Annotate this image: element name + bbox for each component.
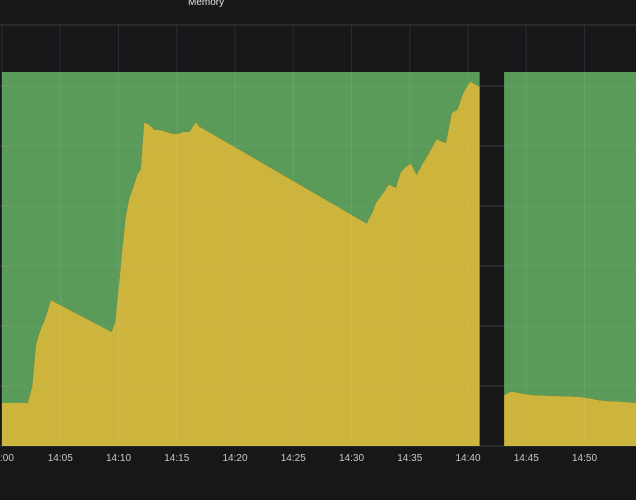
x-tick-label: 14:25 — [281, 453, 306, 464]
x-tick-label: 14:45 — [514, 453, 539, 464]
free-area-segment-1 — [504, 72, 636, 403]
x-tick-label: 14:20 — [222, 453, 247, 464]
x-tick-label: :00 — [0, 453, 14, 464]
memory-chart: :00 14:05 14:10 14:15 14:20 14:25 14:30 14:35 14… — [0, 24, 636, 464]
x-axis: :00 14:05 14:10 14:15 14:20 14:25 14:30 14:35 14… — [0, 453, 597, 464]
x-tick-label: 14:30 — [339, 453, 364, 464]
x-tick-label: 14:05 — [48, 453, 73, 464]
x-tick-label: 14:50 — [572, 453, 597, 464]
series-areas — [2, 72, 636, 446]
x-tick-label: 14:35 — [397, 453, 422, 464]
x-tick-label: 14:10 — [106, 453, 131, 464]
x-tick-label: 14:40 — [455, 453, 480, 464]
x-tick-label: 14:15 — [164, 453, 189, 464]
